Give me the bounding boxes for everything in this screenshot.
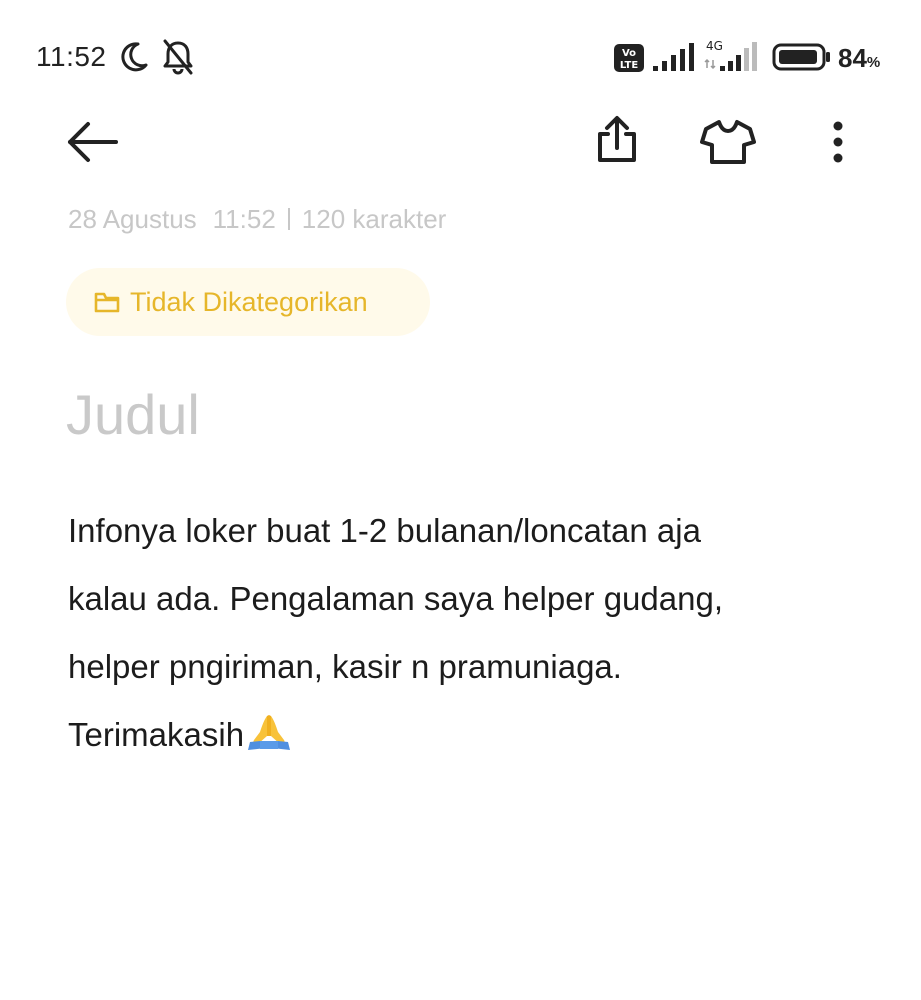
category-chip[interactable]: Tidak Dikategorikan xyxy=(66,268,430,336)
note-body-line: helper pngiriman, kasir n pramuniaga. xyxy=(68,648,622,685)
4g-signal-icon: 4G xyxy=(704,39,757,71)
svg-text:LTE: LTE xyxy=(620,60,639,71)
status-bar: 11:52 Vo LTE 4G 84% xyxy=(0,0,921,112)
more-vertical-icon[interactable] xyxy=(826,118,850,166)
share-icon[interactable] xyxy=(592,114,642,166)
bell-off-icon xyxy=(163,39,193,75)
volte-icon: Vo LTE xyxy=(614,44,644,72)
note-meta: 28 Agustus 11:52 120 karakter xyxy=(68,202,446,236)
note-body-line: Terimakasih xyxy=(68,716,245,753)
svg-text:4G: 4G xyxy=(706,39,723,53)
battery-icon xyxy=(772,43,830,71)
char-count: 120 karakter xyxy=(301,204,447,234)
note-date: 28 Agustus xyxy=(68,204,197,234)
meta-separator xyxy=(287,208,290,230)
back-arrow-icon[interactable] xyxy=(64,118,120,166)
note-title-input[interactable]: Judul xyxy=(66,382,200,448)
note-body-editor[interactable]: Infonya loker buat 1-2 bulanan/loncatan … xyxy=(68,497,868,769)
signal-bars-icon xyxy=(653,43,694,71)
svg-text:Vo: Vo xyxy=(622,48,636,59)
note-body-line: Infonya loker buat 1-2 bulanan/loncatan … xyxy=(68,512,701,549)
category-label: Tidak Dikategorikan xyxy=(130,286,368,317)
note-body-last-line: Terimakasih xyxy=(68,701,868,769)
folded-hands-emoji xyxy=(248,715,291,750)
note-body-line: kalau ada. Pengalaman saya helper gudang… xyxy=(68,580,723,617)
status-time: 11:52 xyxy=(36,41,107,72)
theme-shirt-icon[interactable] xyxy=(700,118,756,166)
folder-icon xyxy=(94,292,120,313)
note-time: 11:52 xyxy=(212,204,276,234)
battery-percent: 84% xyxy=(838,43,881,73)
moon-icon xyxy=(121,42,148,72)
